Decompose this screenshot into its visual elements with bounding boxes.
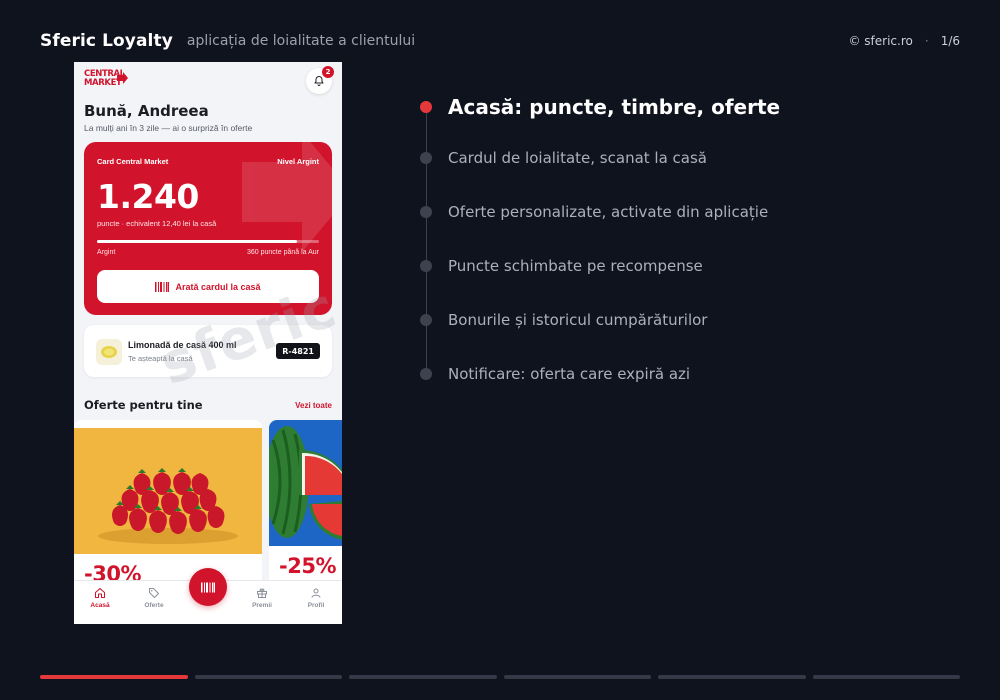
notifications-button[interactable]: 2 bbox=[306, 66, 334, 94]
logo-arrow-icon bbox=[117, 72, 128, 84]
tab-offers-label: Oferte bbox=[144, 602, 164, 609]
step-label: Cardul de loialitate, scanat la casă bbox=[448, 149, 707, 167]
gift-icon bbox=[257, 588, 267, 598]
phone-screen: CENTRAL MARKET 2 Bună, Andreea La mulți … bbox=[74, 62, 342, 624]
notification-badge: 2 bbox=[322, 66, 334, 78]
offer-discount: -25% bbox=[279, 554, 336, 578]
barcode-icon bbox=[201, 582, 215, 592]
see-all-link[interactable]: Vezi toate bbox=[295, 401, 332, 410]
tab-home-label: Acasă bbox=[90, 602, 110, 609]
slide-progress bbox=[40, 675, 960, 679]
step-item[interactable]: Bonurile și istoricul cumpărăturilor bbox=[420, 311, 707, 329]
slide-progress-segment[interactable] bbox=[812, 675, 960, 679]
tier-progress-fill bbox=[97, 240, 297, 243]
step-label: Acasă: puncte, timbre, oferte bbox=[448, 95, 781, 119]
stamp-code: R-4821 bbox=[276, 343, 320, 359]
current-tier: Argint bbox=[97, 249, 116, 256]
loyalty-card[interactable]: Card Central Market Nivel Argint 1.240 p… bbox=[84, 142, 332, 315]
watermelon-image bbox=[269, 420, 342, 546]
step-dot bbox=[420, 314, 432, 326]
slide-progress-segment[interactable] bbox=[40, 675, 188, 679]
top-bar: Sferic Loyalty aplicația de loialitate a… bbox=[40, 30, 960, 52]
step-item[interactable]: Puncte schimbate pe recompense bbox=[420, 257, 703, 275]
tab-rewards[interactable]: Premii bbox=[242, 587, 282, 609]
show-card-button[interactable]: Arată cardul la casă bbox=[97, 270, 319, 303]
scan-card-button[interactable] bbox=[189, 568, 227, 606]
user-icon bbox=[311, 588, 321, 598]
offers-section-title: Oferte pentru tine bbox=[84, 398, 203, 412]
strawberries-illustration bbox=[98, 468, 238, 544]
slide-progress-segment[interactable] bbox=[194, 675, 342, 679]
step-dot bbox=[420, 368, 432, 380]
step-item[interactable]: Notificare: oferta care expiră azi bbox=[420, 365, 690, 383]
brand-tagline: aplicația de loialitate a clientului bbox=[186, 33, 416, 49]
step-dot bbox=[420, 260, 432, 272]
slide-progress-segment[interactable] bbox=[658, 675, 806, 679]
stamp-reward[interactable]: Limonadă de casă 400 ml Te așteaptă la c… bbox=[84, 325, 332, 377]
stamp-subtitle: Te așteaptă la casă bbox=[128, 354, 193, 363]
lemonade-image bbox=[96, 339, 122, 365]
top-right-info: © sferic.ro · 1/6 bbox=[848, 34, 960, 48]
step-dot bbox=[420, 152, 432, 164]
step-label: Bonurile și istoricul cumpărăturilor bbox=[448, 311, 708, 329]
slide-progress-segment[interactable] bbox=[503, 675, 651, 679]
copyright: © sferic.ro bbox=[848, 34, 913, 48]
home-icon bbox=[95, 588, 105, 598]
tier-progress-bar bbox=[97, 240, 319, 243]
separator: · bbox=[924, 34, 929, 48]
next-tier-info: 360 puncte până la Aur bbox=[246, 249, 319, 256]
card-level: Nivel Argint bbox=[277, 157, 319, 166]
step-item[interactable]: Acasă: puncte, timbre, oferte bbox=[420, 95, 780, 119]
step-label: Puncte schimbate pe recompense bbox=[448, 257, 703, 275]
greeting-subtitle: La mulți ani în 3 zile — ai o surpriză î… bbox=[84, 123, 253, 133]
slide-progress-segment[interactable] bbox=[349, 675, 497, 679]
points-balance: 1.240 bbox=[97, 177, 199, 216]
barcode-icon bbox=[155, 281, 170, 292]
stamp-title: Limonadă de casă 400 ml bbox=[128, 340, 237, 350]
step-dot bbox=[420, 206, 432, 218]
tag-icon bbox=[149, 588, 159, 598]
show-card-label: Arată cardul la casă bbox=[175, 281, 261, 292]
step-label: Oferte personalizate, activate din aplic… bbox=[448, 203, 769, 221]
tab-offers[interactable]: Oferte bbox=[134, 587, 174, 609]
points-equivalent: puncte · echivalent 12,40 lei la casă bbox=[97, 219, 217, 228]
step-item[interactable]: Cardul de loialitate, scanat la casă bbox=[420, 149, 707, 167]
tab-rewards-label: Premii bbox=[252, 602, 272, 609]
tab-home[interactable]: Acasă bbox=[80, 587, 120, 609]
step-dot bbox=[420, 101, 432, 113]
watermelon-illustration bbox=[269, 426, 342, 540]
page-counter: 1/6 bbox=[940, 34, 960, 48]
tab-profile[interactable]: Profil bbox=[296, 587, 336, 609]
tab-profile-label: Profil bbox=[307, 602, 325, 609]
greeting: Bună, Andreea bbox=[84, 102, 209, 120]
step-item[interactable]: Oferte personalizate, activate din aplic… bbox=[420, 203, 768, 221]
step-label: Notificare: oferta care expiră azi bbox=[448, 365, 691, 383]
central-market-logo: CENTRAL MARKET bbox=[84, 70, 130, 92]
brand-title: Sferic Loyalty bbox=[40, 31, 173, 51]
strawberries-image bbox=[74, 428, 262, 554]
bell-icon bbox=[314, 76, 324, 86]
card-label: Card Central Market bbox=[97, 157, 169, 166]
lemon-icon bbox=[101, 346, 117, 358]
